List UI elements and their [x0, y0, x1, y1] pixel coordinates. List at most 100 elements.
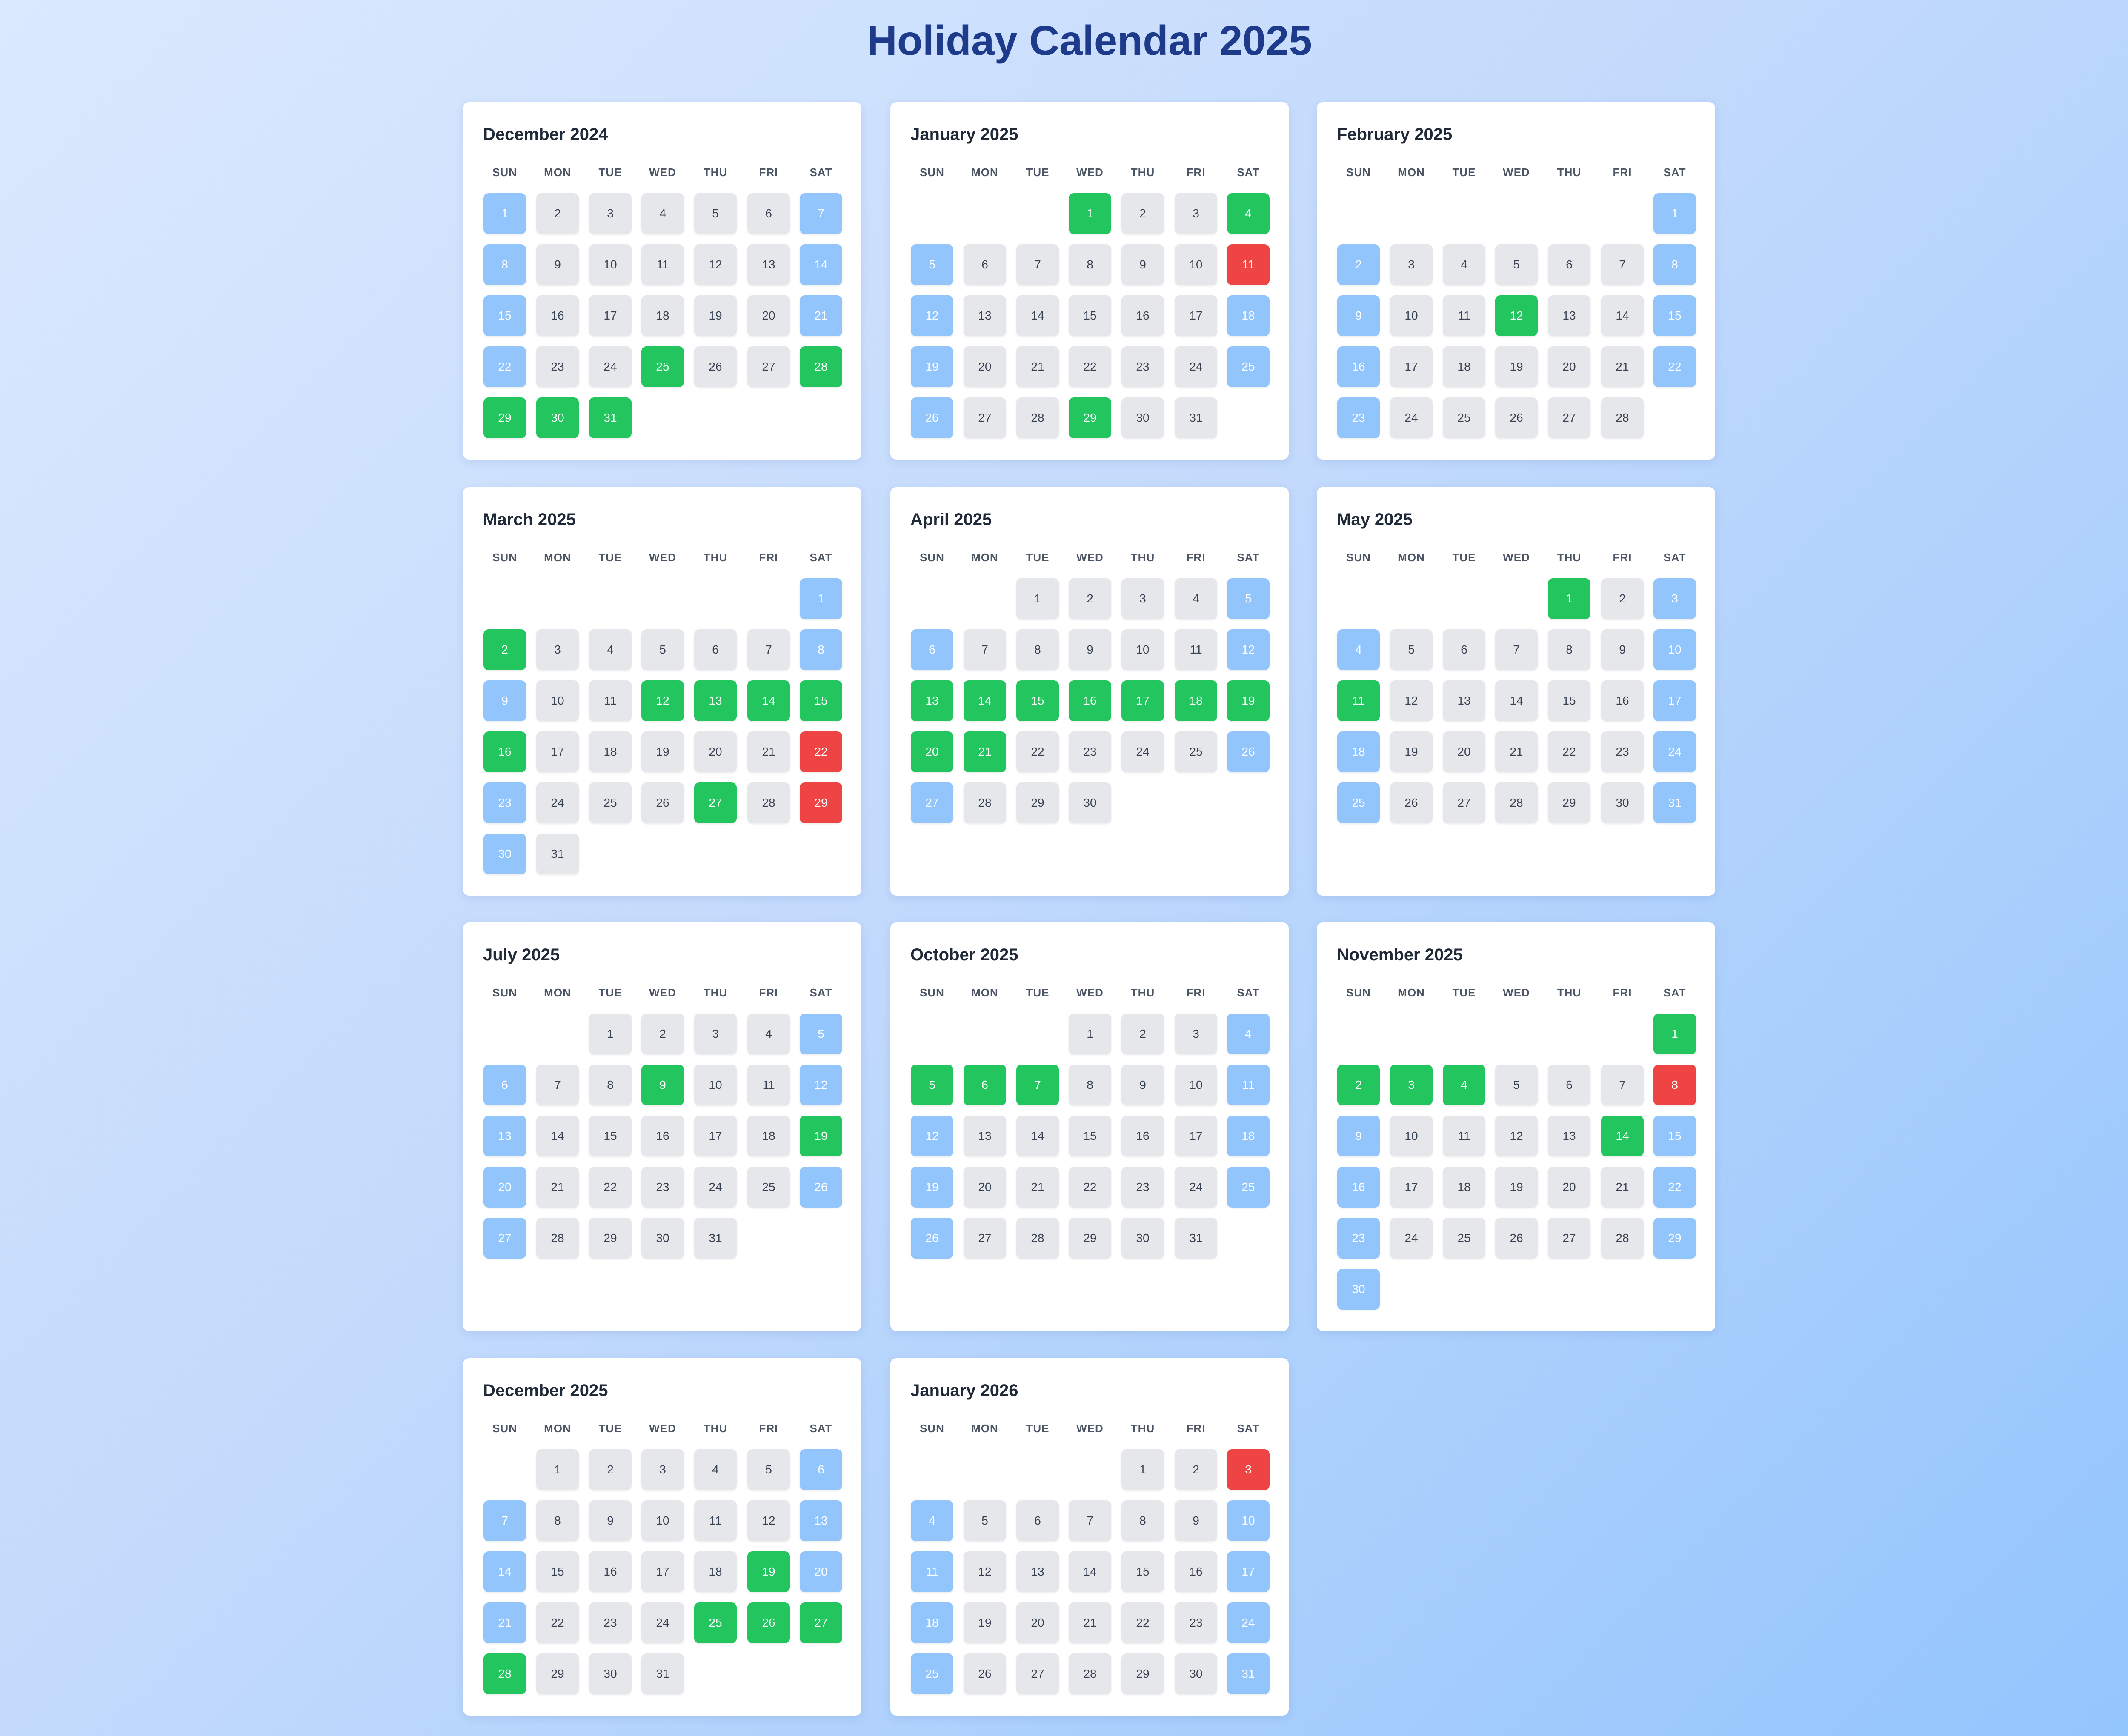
- day-cell[interactable]: 27: [911, 782, 953, 823]
- day-cell[interactable]: 5: [747, 1449, 790, 1490]
- day-cell[interactable]: 23: [589, 1602, 632, 1643]
- day-cell[interactable]: 19: [911, 346, 953, 387]
- day-cell[interactable]: 22: [1069, 346, 1111, 387]
- day-cell[interactable]: 12: [1227, 629, 1270, 670]
- day-cell[interactable]: 7: [747, 629, 790, 670]
- day-cell[interactable]: 5: [641, 629, 684, 670]
- day-cell[interactable]: 4: [1443, 1065, 1485, 1105]
- day-cell[interactable]: 4: [1337, 629, 1380, 670]
- day-cell[interactable]: 6: [964, 1065, 1006, 1105]
- day-cell[interactable]: 1: [1548, 578, 1590, 619]
- day-cell[interactable]: 15: [1548, 680, 1590, 721]
- day-cell[interactable]: 18: [747, 1116, 790, 1156]
- day-cell[interactable]: 6: [1443, 629, 1485, 670]
- day-cell[interactable]: 27: [1443, 782, 1485, 823]
- day-cell[interactable]: 26: [1227, 731, 1270, 772]
- day-cell[interactable]: 15: [589, 1116, 632, 1156]
- day-cell[interactable]: 11: [1227, 1065, 1270, 1105]
- day-cell[interactable]: 20: [1016, 1602, 1059, 1643]
- day-cell[interactable]: 5: [1227, 578, 1270, 619]
- day-cell[interactable]: 6: [800, 1449, 842, 1490]
- day-cell[interactable]: 22: [483, 346, 526, 387]
- day-cell[interactable]: 25: [589, 782, 632, 823]
- day-cell[interactable]: 18: [911, 1602, 953, 1643]
- day-cell[interactable]: 19: [747, 1551, 790, 1592]
- day-cell[interactable]: 27: [747, 346, 790, 387]
- day-cell[interactable]: 1: [1121, 1449, 1164, 1490]
- day-cell[interactable]: 29: [589, 1218, 632, 1259]
- day-cell[interactable]: 21: [1601, 1167, 1644, 1208]
- day-cell[interactable]: 12: [1495, 1116, 1538, 1156]
- day-cell[interactable]: 10: [1175, 244, 1217, 285]
- day-cell[interactable]: 15: [1121, 1551, 1164, 1592]
- day-cell[interactable]: 14: [536, 1116, 579, 1156]
- day-cell[interactable]: 2: [1337, 244, 1380, 285]
- day-cell[interactable]: 20: [483, 1167, 526, 1208]
- day-cell[interactable]: 13: [1548, 1116, 1590, 1156]
- day-cell[interactable]: 24: [641, 1602, 684, 1643]
- day-cell[interactable]: 28: [1069, 1653, 1111, 1694]
- day-cell[interactable]: 7: [536, 1065, 579, 1105]
- day-cell[interactable]: 4: [1443, 244, 1485, 285]
- day-cell[interactable]: 24: [1175, 346, 1217, 387]
- day-cell[interactable]: 29: [1653, 1218, 1696, 1259]
- day-cell[interactable]: 24: [589, 346, 632, 387]
- day-cell[interactable]: 31: [1227, 1653, 1270, 1694]
- day-cell[interactable]: 13: [483, 1116, 526, 1156]
- day-cell[interactable]: 14: [747, 680, 790, 721]
- day-cell[interactable]: 21: [1016, 346, 1059, 387]
- day-cell[interactable]: 17: [589, 295, 632, 336]
- day-cell[interactable]: 5: [1495, 1065, 1538, 1105]
- day-cell[interactable]: 23: [1121, 346, 1164, 387]
- day-cell[interactable]: 29: [1121, 1653, 1164, 1694]
- day-cell[interactable]: 26: [694, 346, 737, 387]
- day-cell[interactable]: 15: [1653, 1116, 1696, 1156]
- day-cell[interactable]: 29: [536, 1653, 579, 1694]
- day-cell[interactable]: 13: [964, 1116, 1006, 1156]
- day-cell[interactable]: 29: [1548, 782, 1590, 823]
- day-cell[interactable]: 27: [483, 1218, 526, 1259]
- day-cell[interactable]: 4: [589, 629, 632, 670]
- day-cell[interactable]: 12: [1495, 295, 1538, 336]
- day-cell[interactable]: 20: [1548, 1167, 1590, 1208]
- day-cell[interactable]: 24: [1390, 1218, 1433, 1259]
- day-cell[interactable]: 1: [800, 578, 842, 619]
- day-cell[interactable]: 3: [1175, 193, 1217, 234]
- day-cell[interactable]: 17: [641, 1551, 684, 1592]
- day-cell[interactable]: 15: [1069, 1116, 1111, 1156]
- day-cell[interactable]: 14: [1016, 295, 1059, 336]
- day-cell[interactable]: 2: [536, 193, 579, 234]
- day-cell[interactable]: 22: [1653, 346, 1696, 387]
- day-cell[interactable]: 11: [1443, 1116, 1485, 1156]
- day-cell[interactable]: 30: [1121, 1218, 1164, 1259]
- day-cell[interactable]: 15: [536, 1551, 579, 1592]
- day-cell[interactable]: 19: [1495, 346, 1538, 387]
- day-cell[interactable]: 8: [1653, 1065, 1696, 1105]
- day-cell[interactable]: 18: [1443, 1167, 1485, 1208]
- day-cell[interactable]: 23: [1337, 397, 1380, 438]
- day-cell[interactable]: 27: [694, 782, 737, 823]
- day-cell[interactable]: 28: [1016, 397, 1059, 438]
- day-cell[interactable]: 12: [747, 1500, 790, 1541]
- day-cell[interactable]: 14: [800, 244, 842, 285]
- day-cell[interactable]: 5: [964, 1500, 1006, 1541]
- day-cell[interactable]: 31: [641, 1653, 684, 1694]
- day-cell[interactable]: 15: [483, 295, 526, 336]
- day-cell[interactable]: 14: [483, 1551, 526, 1592]
- day-cell[interactable]: 28: [1016, 1218, 1059, 1259]
- day-cell[interactable]: 24: [1227, 1602, 1270, 1643]
- day-cell[interactable]: 20: [800, 1551, 842, 1592]
- day-cell[interactable]: 18: [1227, 295, 1270, 336]
- day-cell[interactable]: 30: [1601, 782, 1644, 823]
- day-cell[interactable]: 12: [964, 1551, 1006, 1592]
- day-cell[interactable]: 2: [1121, 1014, 1164, 1054]
- day-cell[interactable]: 14: [964, 680, 1006, 721]
- day-cell[interactable]: 7: [1016, 244, 1059, 285]
- day-cell[interactable]: 16: [1337, 1167, 1380, 1208]
- day-cell[interactable]: 5: [800, 1014, 842, 1054]
- day-cell[interactable]: 22: [1548, 731, 1590, 772]
- day-cell[interactable]: 8: [1653, 244, 1696, 285]
- day-cell[interactable]: 9: [1121, 244, 1164, 285]
- day-cell[interactable]: 3: [1175, 1014, 1217, 1054]
- day-cell[interactable]: 30: [483, 834, 526, 874]
